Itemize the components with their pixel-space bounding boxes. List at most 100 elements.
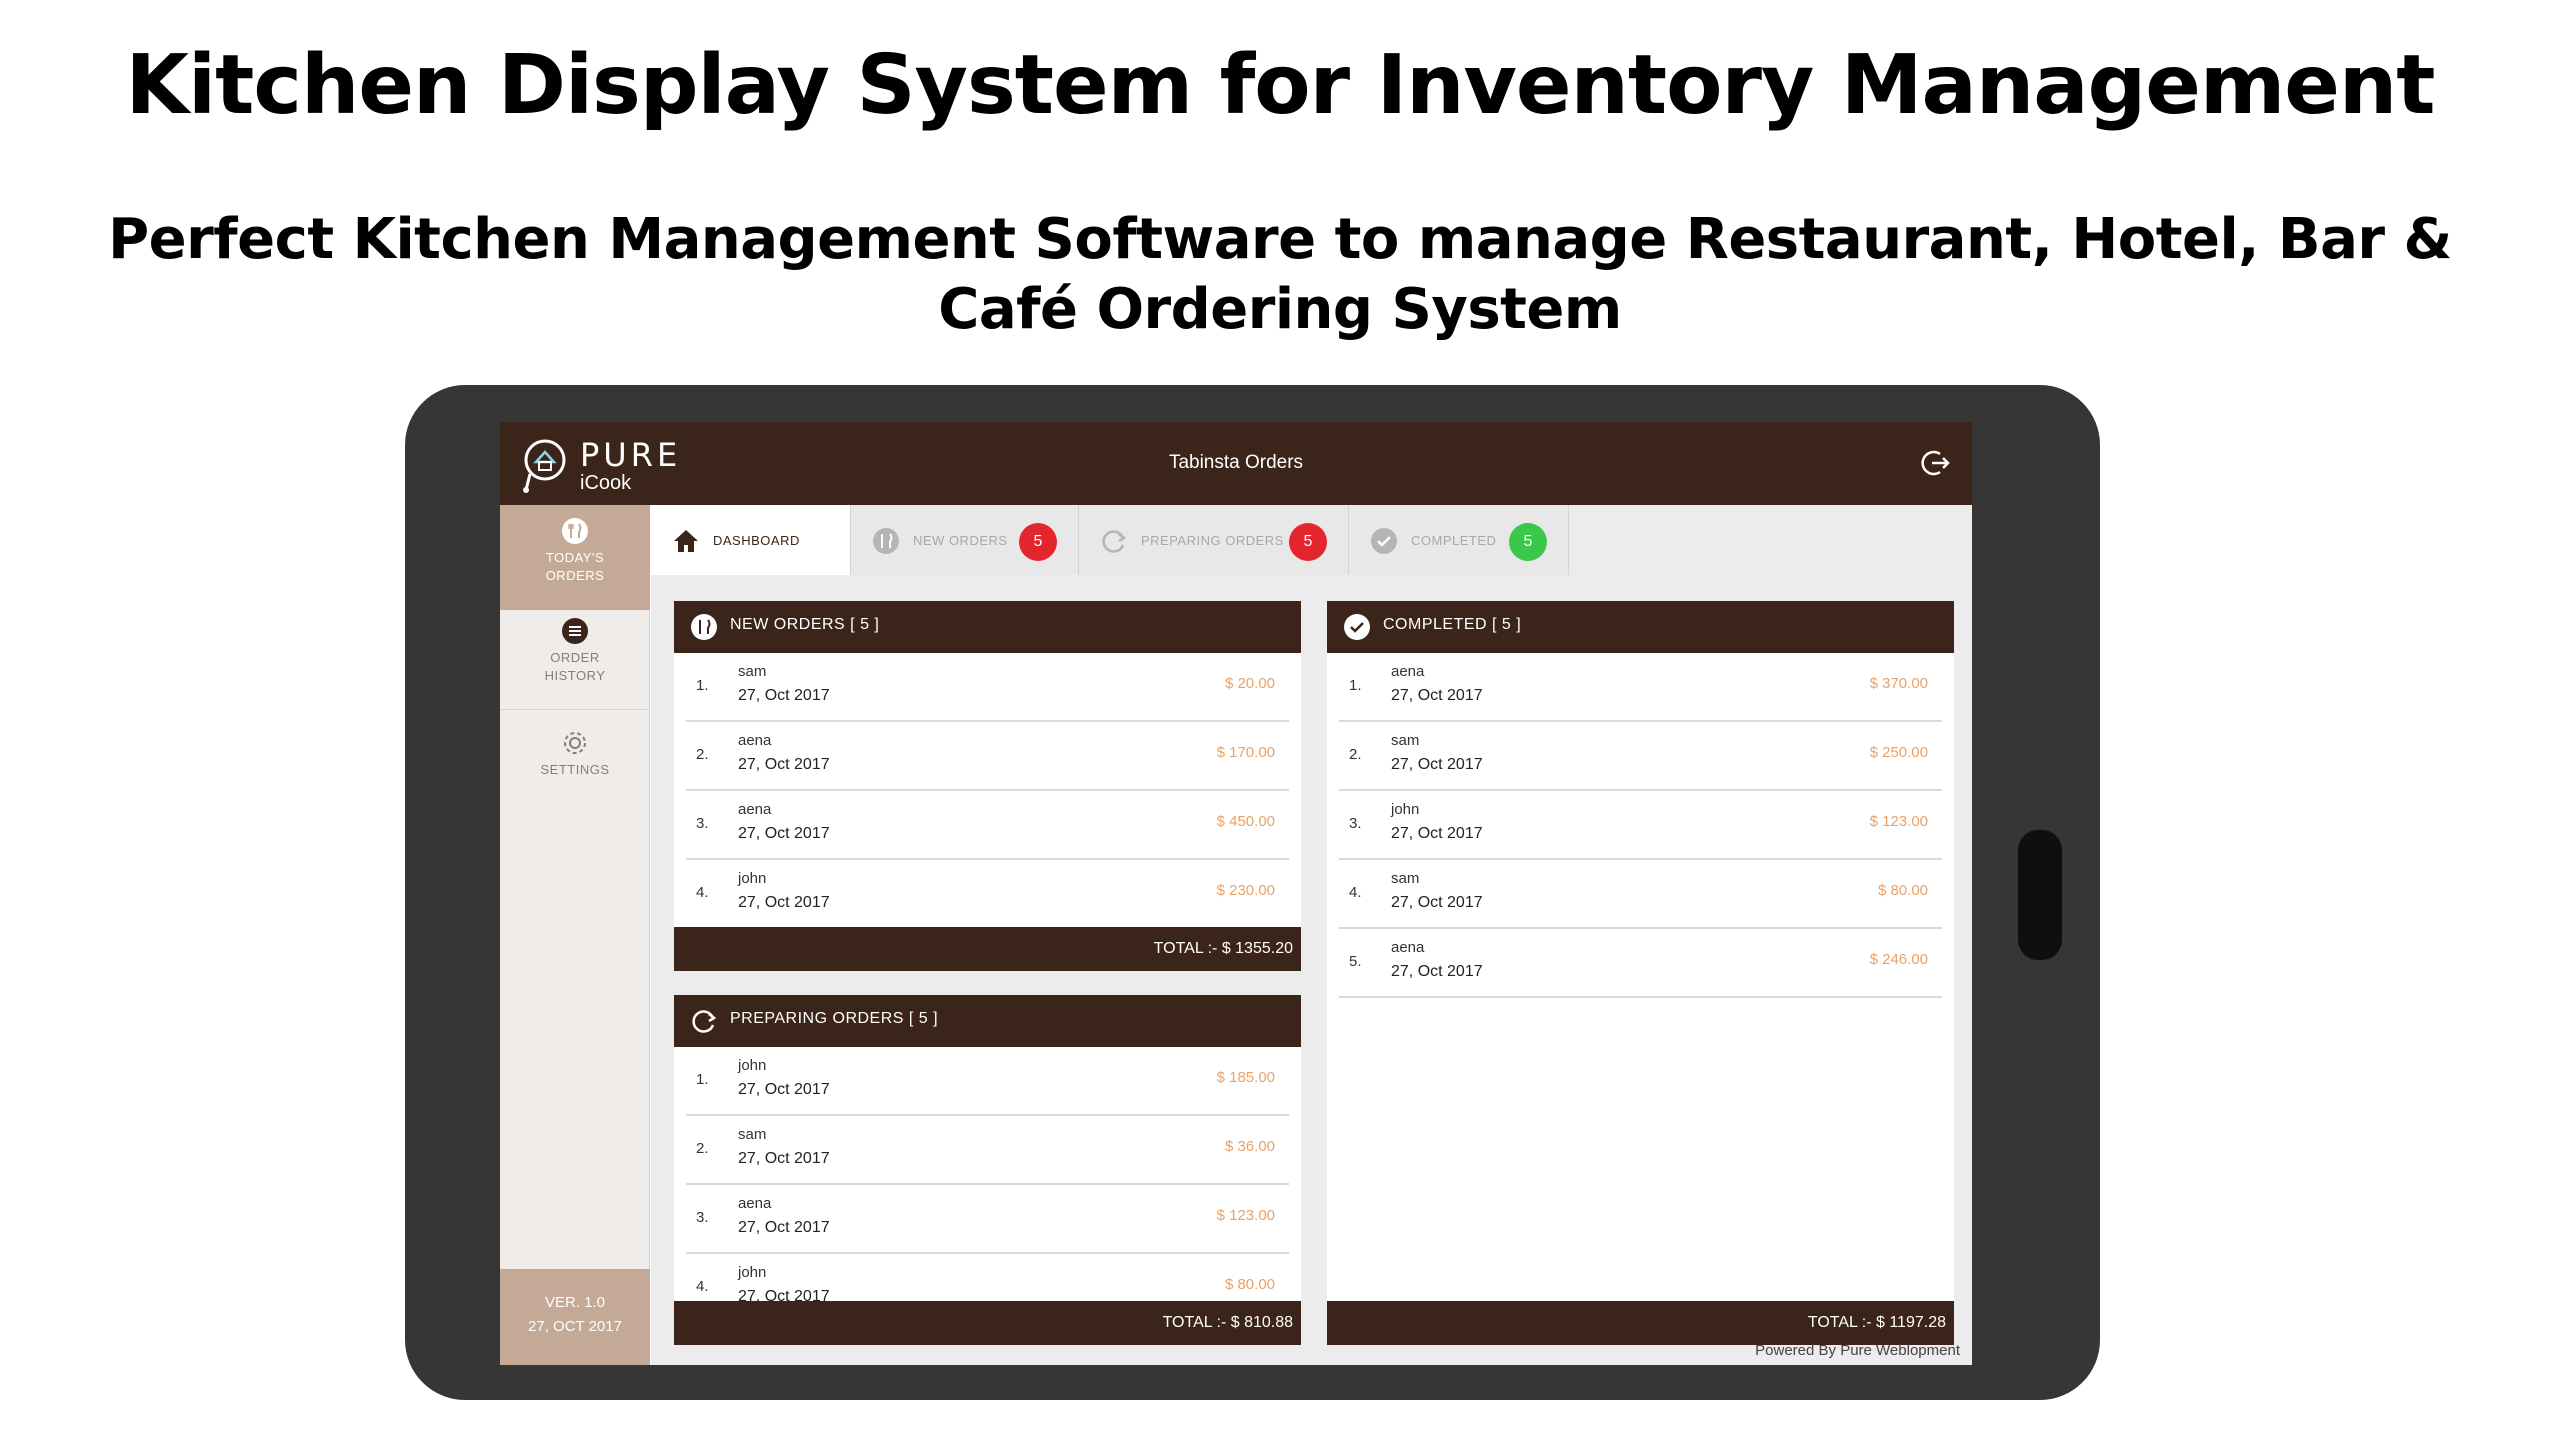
order-date: 27, Oct 2017	[738, 1150, 830, 1167]
sidebar-item-label: ORDER HISTORY	[544, 650, 606, 683]
tab-label: NEW ORDERS	[913, 533, 1008, 548]
app-title: Tabinsta Orders	[1168, 452, 1304, 473]
completed-header: COMPLETED [ 5 ]	[1327, 601, 1954, 653]
version-info: VER. 1.0 27, OCT 2017	[500, 1269, 650, 1365]
preparing-orders-total: TOTAL :- $ 810.88	[674, 1301, 1301, 1345]
order-amount: $ 20.00	[1224, 675, 1275, 692]
order-number: 4.	[696, 884, 709, 901]
order-amount: $ 246.00	[1869, 951, 1928, 968]
customer-name: sam	[738, 1126, 767, 1143]
order-amount: $ 230.00	[1216, 882, 1275, 899]
order-date: 27, Oct 2017	[1391, 756, 1483, 773]
order-number: 2.	[1349, 746, 1362, 763]
order-amount: $ 80.00	[1877, 882, 1928, 899]
completed-count-badge: 5	[1509, 523, 1547, 561]
cutlery-icon	[873, 528, 899, 554]
order-number: 4.	[1349, 884, 1362, 901]
panel-title: NEW ORDERS [ 5 ]	[730, 616, 880, 633]
sidebar-item-label: SETTINGS	[540, 762, 610, 777]
completed-total: TOTAL :- $ 1197.28	[1327, 1301, 1954, 1345]
order-amount: $ 250.00	[1869, 744, 1928, 761]
order-date: 27, Oct 2017	[1391, 825, 1483, 842]
order-row[interactable]: 5. aena 27, Oct 2017 $ 246.00	[1339, 929, 1942, 998]
order-date: 27, Oct 2017	[1391, 894, 1483, 911]
preparing-orders-count-badge: 5	[1289, 523, 1327, 561]
tab-completed[interactable]: COMPLETED 5	[1349, 505, 1569, 575]
app-header: PURE iCook Tabinsta Orders	[500, 422, 1972, 505]
check-icon	[1344, 614, 1370, 640]
order-row[interactable]: 2. sam 27, Oct 2017 $ 250.00	[1339, 722, 1942, 791]
order-number: 2.	[696, 1140, 709, 1157]
order-number: 1.	[696, 677, 709, 694]
sidebar-item-todays-orders[interactable]: TODAY'S ORDERS	[500, 505, 650, 610]
order-number: 2.	[696, 746, 709, 763]
preparing-orders-header: PREPARING ORDERS [ 5 ]	[674, 995, 1301, 1047]
new-orders-total: TOTAL :- $ 1355.20	[674, 927, 1301, 971]
order-row[interactable]: 3. john 27, Oct 2017 $ 123.00	[1339, 791, 1942, 860]
tab-label: PREPARING ORDERS	[1141, 533, 1284, 548]
order-date: 27, Oct 2017	[1391, 963, 1483, 980]
order-amount: $ 185.00	[1216, 1069, 1275, 1086]
customer-name: john	[738, 1057, 767, 1074]
gear-icon	[564, 732, 586, 754]
order-amount: $ 123.00	[1869, 813, 1928, 830]
order-date: 27, Oct 2017	[1391, 687, 1483, 704]
new-orders-list: 1. sam 27, Oct 2017 $ 20.00 2. aena 27, …	[686, 653, 1289, 929]
customer-name: aena	[738, 1195, 772, 1212]
refresh-icon	[1102, 530, 1127, 553]
order-date: 27, Oct 2017	[738, 1081, 830, 1098]
order-number: 1.	[696, 1071, 709, 1088]
new-orders-count-badge: 5	[1019, 523, 1057, 561]
preparing-orders-list: 1. john 27, Oct 2017 $ 185.00 2. sam 27,…	[686, 1047, 1289, 1323]
sidebar-item-settings[interactable]: SETTINGS	[500, 729, 650, 809]
order-date: 27, Oct 2017	[738, 1219, 830, 1236]
check-icon	[1371, 528, 1397, 554]
tablet-frame: PURE iCook Tabinsta Orders TODAY'S ORDER…	[405, 385, 2100, 1400]
order-amount: $ 123.00	[1216, 1207, 1275, 1224]
customer-name: sam	[1391, 870, 1420, 887]
order-row[interactable]: 1. aena 27, Oct 2017 $ 370.00	[1339, 653, 1942, 722]
order-row[interactable]: 2. aena 27, Oct 2017 $ 170.00	[686, 722, 1289, 791]
order-amount: $ 80.00	[1224, 1276, 1275, 1293]
app-screen: PURE iCook Tabinsta Orders TODAY'S ORDER…	[500, 422, 1972, 1365]
customer-name: sam	[738, 663, 767, 680]
panel-title: COMPLETED [ 5 ]	[1383, 616, 1522, 633]
cutlery-icon	[691, 614, 717, 640]
order-number: 4.	[696, 1278, 709, 1295]
order-number: 5.	[1349, 953, 1362, 970]
order-number: 3.	[696, 815, 709, 832]
order-row[interactable]: 3. aena 27, Oct 2017 $ 123.00	[686, 1185, 1289, 1254]
order-amount: $ 170.00	[1216, 744, 1275, 761]
panel-title: PREPARING ORDERS [ 5 ]	[730, 1010, 939, 1027]
order-row[interactable]: 2. sam 27, Oct 2017 $ 36.00	[686, 1116, 1289, 1185]
order-amount: $ 36.00	[1224, 1138, 1275, 1155]
order-amount: $ 450.00	[1216, 813, 1275, 830]
tab-new-orders[interactable]: NEW ORDERS 5	[851, 505, 1079, 575]
page-subheadline: Perfect Kitchen Management Software to m…	[108, 207, 2452, 342]
customer-name: aena	[738, 732, 772, 749]
home-icon	[674, 530, 698, 552]
customer-name: john	[1391, 801, 1420, 818]
tab-dashboard[interactable]: DASHBOARD	[651, 505, 851, 575]
tab-preparing-orders[interactable]: PREPARING ORDERS 5	[1079, 505, 1349, 575]
order-row[interactable]: 4. sam 27, Oct 2017 $ 80.00	[1339, 860, 1942, 929]
tab-label: COMPLETED	[1411, 533, 1497, 548]
tab-label: DASHBOARD	[713, 533, 800, 548]
list-icon	[562, 618, 588, 644]
customer-name: john	[738, 1264, 767, 1281]
preparing-orders-panel: PREPARING ORDERS [ 5 ] 1. john 27, Oct 2…	[674, 995, 1301, 1345]
order-number: 1.	[1349, 677, 1362, 694]
order-row[interactable]: 3. aena 27, Oct 2017 $ 450.00	[686, 791, 1289, 860]
sidebar-item-label: TODAY'S ORDERS	[545, 550, 605, 583]
order-row[interactable]: 1. sam 27, Oct 2017 $ 20.00	[686, 653, 1289, 722]
powered-by-footer: Powered By Pure Weblopment	[1755, 1342, 1960, 1359]
main-content: DASHBOARD NEW ORDERS 5 PREPARING ORDERS …	[651, 505, 1972, 1365]
completed-list: 1. aena 27, Oct 2017 $ 370.00 2. sam 27,…	[1339, 653, 1942, 998]
order-number: 3.	[1349, 815, 1362, 832]
order-row[interactable]: 4. john 27, Oct 2017 $ 230.00	[686, 860, 1289, 929]
logout-icon[interactable]	[1920, 448, 1950, 478]
order-date: 27, Oct 2017	[738, 756, 830, 773]
sidebar-item-order-history[interactable]: ORDER HISTORY	[500, 617, 650, 713]
order-date: 27, Oct 2017	[738, 687, 830, 704]
order-row[interactable]: 1. john 27, Oct 2017 $ 185.00	[686, 1047, 1289, 1116]
